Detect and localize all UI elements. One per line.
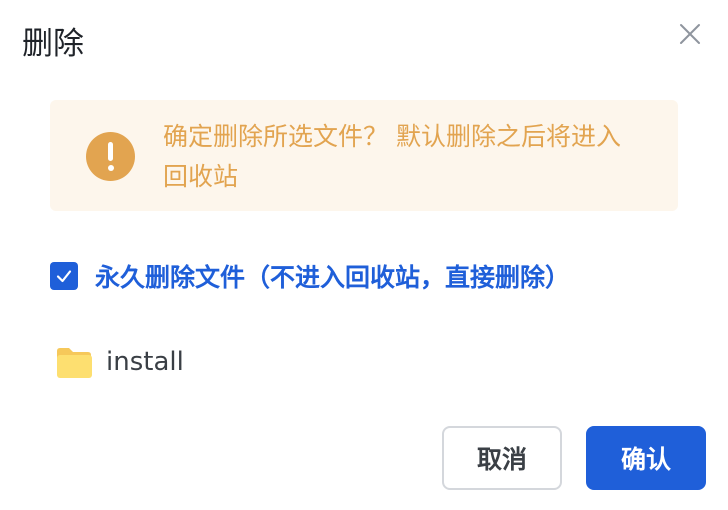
warning-alert: 确定删除所选文件？ 默认删除之后将进入回收站 [50, 100, 678, 211]
permanent-delete-option[interactable]: 永久删除文件（不进入回收站，直接删除） [50, 256, 570, 296]
warning-message: 确定删除所选文件？ 默认删除之后将进入回收站 [163, 122, 621, 191]
permanent-delete-checkbox[interactable] [50, 262, 78, 290]
confirm-button[interactable]: 确认 [586, 426, 706, 490]
close-icon[interactable] [676, 20, 704, 48]
checkmark-icon [56, 270, 72, 283]
cancel-button[interactable]: 取消 [442, 426, 562, 490]
folder-icon [55, 346, 93, 379]
permanent-delete-label[interactable]: 永久删除文件（不进入回收站，直接删除） [95, 258, 570, 294]
exclamation-circle-icon [86, 132, 135, 181]
delete-dialog: 删除 确定删除所选文件？ 默认删除之后将进入回收站 永久删除文件（不进入回收站，… [0, 0, 728, 510]
file-list-item: install [55, 342, 184, 382]
file-name: install [106, 347, 184, 377]
dialog-title: 删除 [22, 26, 84, 62]
